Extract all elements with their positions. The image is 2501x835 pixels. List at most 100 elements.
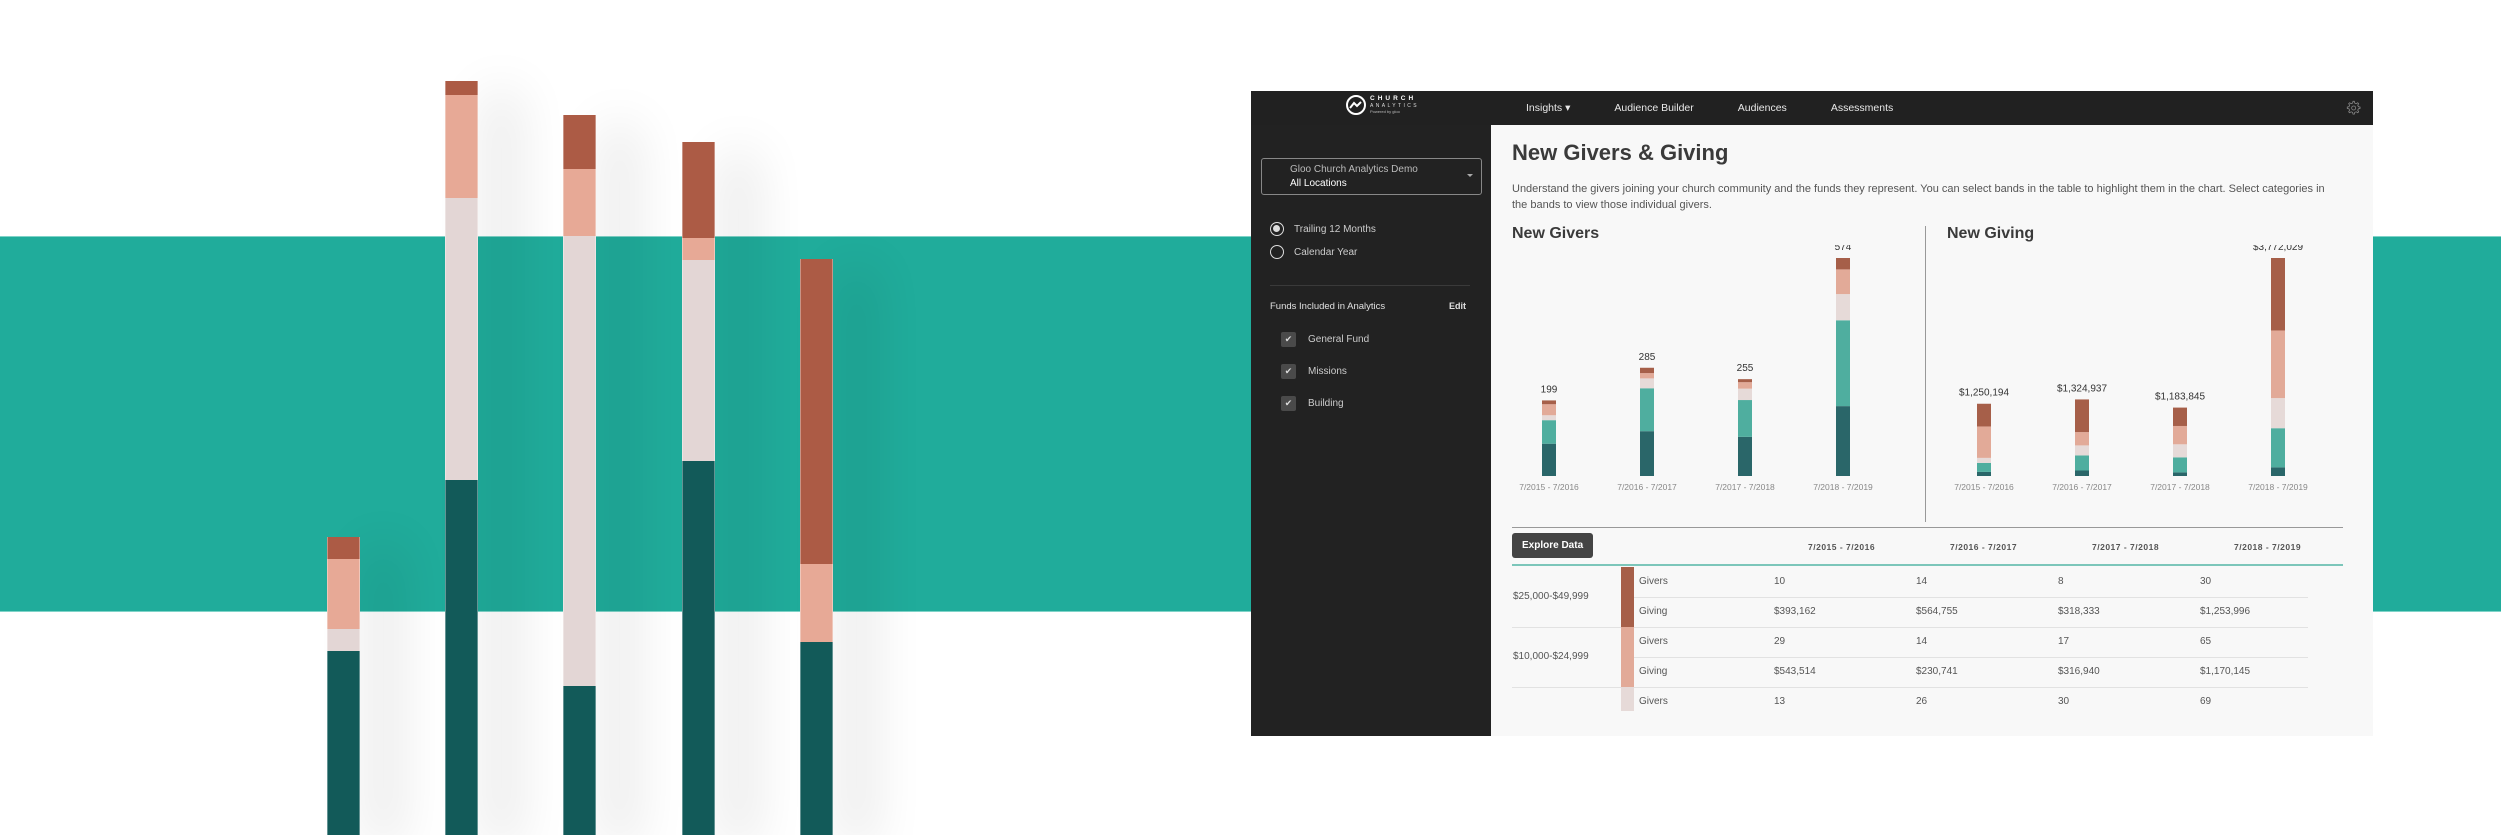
bar-segment[interactable] [2075, 432, 2089, 446]
nav-audience-builder[interactable]: Audience Builder [1614, 102, 1693, 114]
nav-insights[interactable]: Insights ▾ [1526, 102, 1570, 114]
column-header[interactable]: 7/2016 - 7/2017 [1950, 542, 2017, 552]
table-cell: $1,253,996 [2200, 606, 2251, 617]
decorative-bar-segment [800, 259, 833, 565]
radio-icon[interactable] [1270, 222, 1284, 236]
bar-segment[interactable] [1977, 457, 1991, 463]
table-cell: 14 [1916, 636, 1928, 647]
bar-segment[interactable] [1738, 382, 1752, 389]
gear-icon[interactable] [2345, 100, 2361, 116]
table-cell: $564,755 [1916, 606, 1958, 617]
bar-segment[interactable] [1542, 415, 1556, 421]
metric-label: Giving [1639, 666, 1668, 677]
nav-assessments[interactable]: Assessments [1831, 102, 1893, 114]
table-row[interactable]: Givers 10 14 8 30 [1512, 567, 2343, 597]
bar-segment[interactable] [1542, 400, 1556, 405]
bar-segment[interactable] [1640, 373, 1654, 379]
bar-segment[interactable] [2173, 444, 2187, 458]
location-select[interactable]: Gloo Church Analytics Demo All Locations [1261, 158, 1482, 195]
decorative-bar-segment [682, 237, 715, 261]
logo[interactable]: CHURCH ANALYTICS Powered by gloo [1346, 95, 1419, 115]
x-tick-label: 7/2016 - 7/2017 [2052, 482, 2112, 492]
bar-segment[interactable] [2075, 455, 2089, 471]
bar-segment[interactable] [1977, 471, 1991, 476]
decorative-bar-segment [800, 564, 833, 643]
table-row[interactable]: Giving $393,162 $564,755 $318,333 $1,253,996 [1512, 597, 2343, 627]
bar-segment[interactable] [2075, 470, 2089, 476]
nav-audiences[interactable]: Audiences [1738, 102, 1787, 114]
bar-segment[interactable] [2075, 445, 2089, 456]
bar-segment[interactable] [2271, 467, 2285, 476]
decorative-bar-segment [563, 115, 596, 169]
bar-segment[interactable] [2075, 399, 2089, 433]
bar-segment[interactable] [1542, 443, 1556, 476]
bar-segment[interactable] [2271, 398, 2285, 429]
column-header[interactable]: 7/2017 - 7/2018 [2092, 542, 2159, 552]
bar-segment[interactable] [1640, 388, 1654, 432]
radio-calendar-year[interactable]: Calendar Year [1270, 245, 1357, 259]
fund-general-fund[interactable]: ✔ General Fund [1281, 332, 1369, 347]
checkbox-checked-icon[interactable]: ✔ [1281, 396, 1296, 411]
new-givers-title: New Givers [1512, 225, 1600, 242]
bar-total-label: 574 [1835, 245, 1852, 253]
table-cell: 10 [1774, 576, 1786, 587]
top-nav: CHURCH ANALYTICS Powered by gloo Insight… [1251, 91, 2373, 125]
bar-segment[interactable] [1836, 406, 1850, 476]
logo-line-2: ANALYTICS [1370, 102, 1420, 109]
bar-segment[interactable] [2173, 407, 2187, 426]
bar-segment[interactable] [1738, 436, 1752, 476]
bar-segment[interactable] [1977, 426, 1991, 458]
checkbox-checked-icon[interactable]: ✔ [1281, 332, 1296, 347]
new-giving-chart-svg: $1,250,194 7/2015 - 7/2016 $1,324,937 7/201… [1954, 242, 2308, 492]
decorative-bar-segment [327, 559, 360, 629]
decorative-bar [682, 142, 715, 835]
bar-segment[interactable] [1977, 403, 1991, 427]
table-cell: 13 [1774, 696, 1786, 707]
table-cell: $1,170,145 [2200, 666, 2251, 677]
fund-building[interactable]: ✔ Building [1281, 396, 1344, 411]
table-cell: 14 [1916, 576, 1928, 587]
bar-segment[interactable] [1738, 379, 1752, 383]
bar-segment[interactable] [1640, 431, 1654, 476]
bar-total-label: 199 [1541, 384, 1558, 395]
edit-funds-link[interactable]: Edit [1449, 301, 1466, 311]
bar-segment[interactable] [1836, 258, 1850, 270]
table-row[interactable]: Givers 13 26 30 69 [1512, 687, 2343, 717]
decorative-bar-segment [445, 480, 478, 835]
table-row[interactable]: Giving $543,514 $230,741 $316,940 $1,170,145 [1512, 657, 2343, 687]
bar-segment[interactable] [1977, 462, 1991, 472]
table-row[interactable]: Givers 29 14 17 65 [1512, 627, 2343, 657]
decorative-bar [327, 537, 360, 835]
x-tick-label: 7/2015 - 7/2016 [1954, 482, 2014, 492]
bar-segment[interactable] [2173, 425, 2187, 445]
decorative-bar-segment [563, 168, 596, 236]
bar-segment[interactable] [1542, 420, 1556, 444]
bar-segment[interactable] [1738, 388, 1752, 401]
bar-segment[interactable] [2173, 457, 2187, 473]
checkbox-checked-icon[interactable]: ✔ [1281, 364, 1296, 379]
location-name: All Locations [1290, 178, 1347, 189]
x-tick-label: 7/2017 - 7/2018 [2150, 482, 2210, 492]
bar-segment[interactable] [1836, 269, 1850, 295]
bar-segment[interactable] [1640, 367, 1654, 374]
radio-trailing-12-months[interactable]: Trailing 12 Months [1270, 222, 1376, 236]
column-header[interactable]: 7/2018 - 7/2019 [2234, 542, 2301, 552]
radio-icon[interactable] [1270, 245, 1284, 259]
new-giving-title: New Giving [1947, 225, 2035, 242]
decorative-bar-segment [327, 651, 360, 835]
bar-segment[interactable] [1640, 378, 1654, 389]
explore-data-button[interactable]: Explore Data [1512, 533, 1594, 558]
column-header[interactable]: 7/2015 - 7/2016 [1808, 542, 1875, 552]
bar-segment[interactable] [2271, 428, 2285, 468]
metric-label: Givers [1639, 576, 1668, 587]
bar-segment[interactable] [2271, 258, 2285, 331]
bar-segment[interactable] [1836, 294, 1850, 321]
bar-segment[interactable] [1542, 404, 1556, 416]
bar-segment[interactable] [1738, 400, 1752, 437]
bar-segment[interactable] [1836, 320, 1850, 407]
table-header-line [1512, 564, 2343, 566]
bar-segment[interactable] [2271, 330, 2285, 399]
page-title: New Givers & Giving [1512, 140, 1729, 165]
fund-missions[interactable]: ✔ Missions [1281, 364, 1347, 379]
bar-segment[interactable] [2173, 472, 2187, 476]
